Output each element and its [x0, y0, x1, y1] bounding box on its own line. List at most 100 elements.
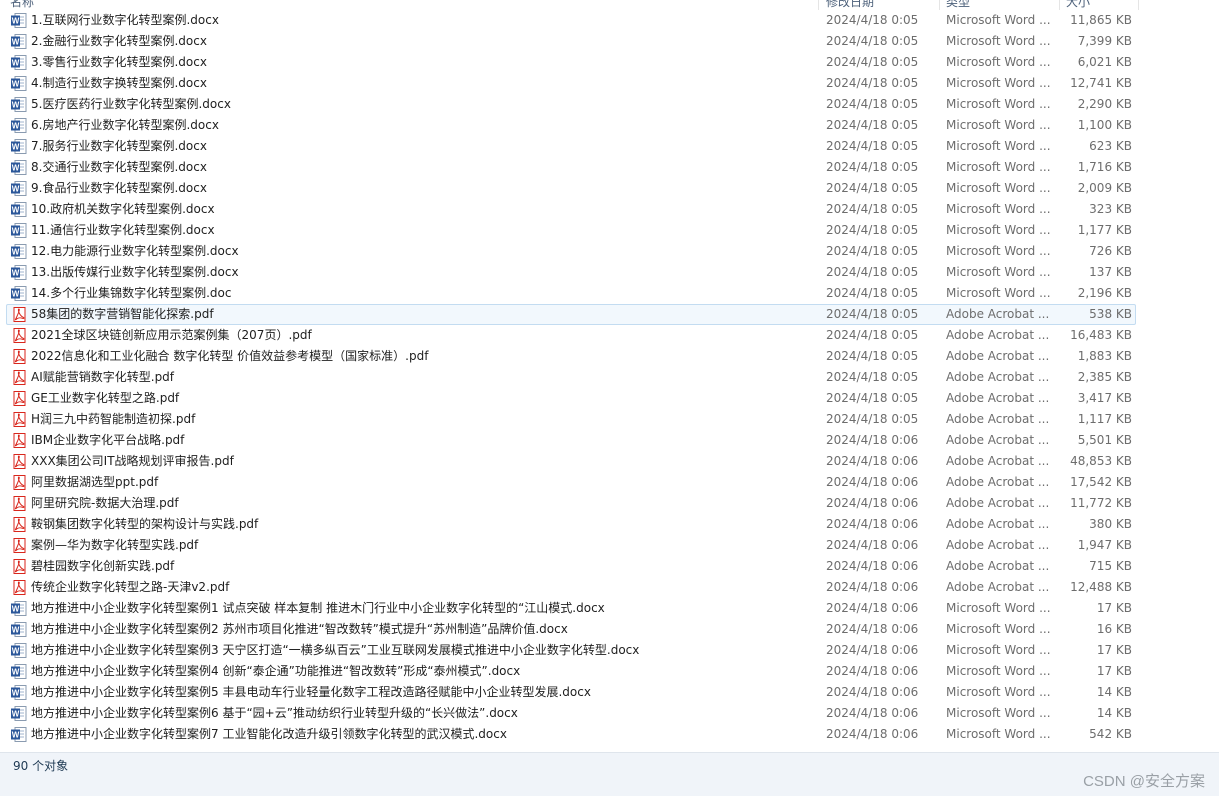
pdf-icon: [11, 370, 27, 385]
file-type: Microsoft Word ...: [946, 76, 1051, 90]
file-row[interactable]: 2022信息化和工业化融合 数字化转型 价值效益参考模型（国家标准）.pdf 20…: [0, 346, 1219, 367]
file-date: 2024/4/18 0:05: [826, 160, 919, 174]
file-row[interactable]: W 地方推进中小企业数字化转型案例4 创新“泰企通”功能推进“智改数转”形成“泰州…: [0, 661, 1219, 682]
file-date: 2024/4/18 0:05: [826, 76, 919, 90]
file-row[interactable]: W 6.房地产行业数字化转型案例.docx 2024/4/18 0:05 Micros…: [0, 115, 1219, 136]
pdf-icon: [11, 307, 27, 322]
file-size: 17 KB: [1096, 601, 1132, 615]
file-row[interactable]: W 地方推进中小企业数字化转型案例3 天宁区打造“一横多纵百云”工业互联网发展模式…: [0, 640, 1219, 661]
file-name: 2.金融行业数字化转型案例.docx: [31, 34, 207, 48]
file-row[interactable]: W 3.零售行业数字化转型案例.docx 2024/4/18 0:05 Microso…: [0, 52, 1219, 73]
svg-text:W: W: [12, 101, 20, 110]
svg-text:W: W: [12, 227, 20, 236]
file-name: H润三九中药智能制造初探.pdf: [31, 412, 196, 426]
file-row[interactable]: GE工业数字化转型之路.pdf 2024/4/18 0:05 Adobe Acrob…: [0, 388, 1219, 409]
word-icon: W: [11, 181, 27, 196]
file-row[interactable]: W 1.互联网行业数字化转型案例.docx 2024/4/18 0:05 Micros…: [0, 10, 1219, 31]
file-row[interactable]: W 13.出版传媒行业数字化转型案例.docx 2024/4/18 0:05 Micr…: [0, 262, 1219, 283]
file-row[interactable]: 阿里数据湖选型ppt.pdf 2024/4/18 0:06 Adobe Acroba…: [0, 472, 1219, 493]
file-row[interactable]: 传统企业数字化转型之路-天津v2.pdf 2024/4/18 0:06 Adobe …: [0, 577, 1219, 598]
file-size: 137 KB: [1089, 265, 1132, 279]
file-name: 地方推进中小企业数字化转型案例4 创新“泰企通”功能推进“智改数转”形成“泰州模…: [31, 664, 521, 678]
file-type: Microsoft Word ...: [946, 643, 1051, 657]
column-divider[interactable]: [818, 0, 819, 10]
word-icon: W: [11, 643, 27, 658]
file-name: 14.多个行业集锦数字化转型案例.doc: [31, 286, 232, 300]
file-size: 16,483 KB: [1070, 328, 1132, 342]
file-row[interactable]: H润三九中药智能制造初探.pdf 2024/4/18 0:05 Adobe Acro…: [0, 409, 1219, 430]
file-row[interactable]: W 地方推进中小企业数字化转型案例6 基于“园+云”推动纺织行业转型升级的“长兴做…: [0, 703, 1219, 724]
file-date: 2024/4/18 0:05: [826, 181, 919, 195]
file-size: 12,488 KB: [1070, 580, 1132, 594]
column-divider[interactable]: [1138, 0, 1139, 10]
file-row[interactable]: W 8.交通行业数字化转型案例.docx 2024/4/18 0:05 Microso…: [0, 157, 1219, 178]
file-row[interactable]: W 地方推进中小企业数字化转型案例1 试点突破 样本复制 推进木门行业中小企业数字…: [0, 598, 1219, 619]
file-row[interactable]: W 7.服务行业数字化转型案例.docx 2024/4/18 0:05 Microso…: [0, 136, 1219, 157]
file-name: 4.制造行业数字换转型案例.docx: [31, 76, 207, 90]
file-size: 12,741 KB: [1070, 76, 1132, 90]
column-divider[interactable]: [939, 0, 940, 10]
file-name: 1.互联网行业数字化转型案例.docx: [31, 13, 219, 27]
file-row[interactable]: 阿里研究院-数据大治理.pdf 2024/4/18 0:06 Adobe Acrob…: [0, 493, 1219, 514]
pdf-icon: [11, 433, 27, 448]
file-row[interactable]: 案例—华为数字化转型实践.pdf 2024/4/18 0:06 Adobe Acro…: [0, 535, 1219, 556]
file-size: 623 KB: [1089, 139, 1132, 153]
column-header-size[interactable]: 大小: [1066, 0, 1090, 10]
file-row[interactable]: IBM企业数字化平台战略.pdf 2024/4/18 0:06 Adobe Acro…: [0, 430, 1219, 451]
file-size: 323 KB: [1089, 202, 1132, 216]
pdf-icon: [11, 349, 27, 364]
file-row[interactable]: W 5.医疗医药行业数字化转型案例.docx 2024/4/18 0:05 Micro…: [0, 94, 1219, 115]
file-size: 7,399 KB: [1077, 34, 1132, 48]
file-row[interactable]: W 4.制造行业数字换转型案例.docx 2024/4/18 0:05 Microso…: [0, 73, 1219, 94]
file-name: AI赋能营销数字化转型.pdf: [31, 370, 175, 384]
file-type: Microsoft Word ...: [946, 265, 1051, 279]
file-row[interactable]: 2021全球区块链创新应用示范案例集（207页）.pdf 2024/4/18 0:…: [0, 325, 1219, 346]
file-date: 2024/4/18 0:06: [826, 538, 919, 552]
file-date: 2024/4/18 0:06: [826, 622, 919, 636]
file-size: 17 KB: [1096, 643, 1132, 657]
file-type: Microsoft Word ...: [946, 706, 1051, 720]
file-row[interactable]: XXX集团公司IT战略规划评审报告.pdf 2024/4/18 0:06 Adobe…: [0, 451, 1219, 472]
file-date: 2024/4/18 0:06: [826, 580, 919, 594]
file-size: 2,009 KB: [1077, 181, 1132, 195]
file-date: 2024/4/18 0:05: [826, 34, 919, 48]
word-icon: W: [11, 223, 27, 238]
file-type: Adobe Acrobat ...: [946, 370, 1050, 384]
file-name: 地方推进中小企业数字化转型案例3 天宁区打造“一横多纵百云”工业互联网发展模式推…: [31, 643, 640, 657]
file-date: 2024/4/18 0:06: [826, 727, 919, 741]
file-size: 1,947 KB: [1077, 538, 1132, 552]
file-name: IBM企业数字化平台战略.pdf: [31, 433, 185, 447]
file-row[interactable]: W 地方推进中小企业数字化转型案例5 丰县电动车行业轻量化数字工程改造路径赋能中小…: [0, 682, 1219, 703]
file-row[interactable]: W 11.通信行业数字化转型案例.docx 2024/4/18 0:05 Micros…: [0, 220, 1219, 241]
column-header-name[interactable]: 名称: [10, 0, 34, 10]
file-name: 碧桂园数字化创新实践.pdf: [31, 559, 175, 573]
file-date: 2024/4/18 0:05: [826, 97, 919, 111]
word-icon: W: [11, 118, 27, 133]
file-date: 2024/4/18 0:05: [826, 265, 919, 279]
file-row[interactable]: W 14.多个行业集锦数字化转型案例.doc 2024/4/18 0:05 Micro…: [0, 283, 1219, 304]
file-row[interactable]: 碧桂园数字化创新实践.pdf 2024/4/18 0:06 Adobe Acroba…: [0, 556, 1219, 577]
pdf-icon: [11, 559, 27, 574]
file-row[interactable]: W 9.食品行业数字化转型案例.docx 2024/4/18 0:05 Microso…: [0, 178, 1219, 199]
file-size: 5,501 KB: [1077, 433, 1132, 447]
file-date: 2024/4/18 0:06: [826, 496, 919, 510]
file-row[interactable]: 58集团的数字营销智能化探索.pdf 2024/4/18 0:05 Adobe Ac…: [0, 304, 1219, 325]
file-type: Adobe Acrobat ...: [946, 391, 1050, 405]
file-name: 地方推进中小企业数字化转型案例1 试点突破 样本复制 推进木门行业中小企业数字化…: [31, 601, 605, 615]
word-icon: W: [11, 265, 27, 280]
file-date: 2024/4/18 0:05: [826, 202, 919, 216]
column-header-date[interactable]: 修改日期: [826, 0, 874, 10]
file-row[interactable]: W 12.电力能源行业数字化转型案例.docx 2024/4/18 0:05 Micr…: [0, 241, 1219, 262]
file-type: Adobe Acrobat ...: [946, 559, 1050, 573]
file-row[interactable]: AI赋能营销数字化转型.pdf 2024/4/18 0:05 Adobe Acrob…: [0, 367, 1219, 388]
file-date: 2024/4/18 0:05: [826, 307, 919, 321]
column-header-type[interactable]: 类型: [946, 0, 970, 10]
file-row[interactable]: 鞍钢集团数字化转型的架构设计与实践.pdf 2024/4/18 0:06 Adobe…: [0, 514, 1219, 535]
file-row[interactable]: W 10.政府机关数字化转型案例.docx 2024/4/18 0:05 Micros…: [0, 199, 1219, 220]
file-row[interactable]: W 地方推进中小企业数字化转型案例2 苏州市项目化推进“智改数转”模式提升“苏州制…: [0, 619, 1219, 640]
word-icon: W: [11, 55, 27, 70]
file-row[interactable]: W 2.金融行业数字化转型案例.docx 2024/4/18 0:05 Microso…: [0, 31, 1219, 52]
file-row[interactable]: W 地方推进中小企业数字化转型案例7 工业智能化改造升级引领数字化转型的武汉模式.…: [0, 724, 1219, 745]
svg-text:W: W: [12, 80, 20, 89]
column-divider[interactable]: [1059, 0, 1060, 10]
